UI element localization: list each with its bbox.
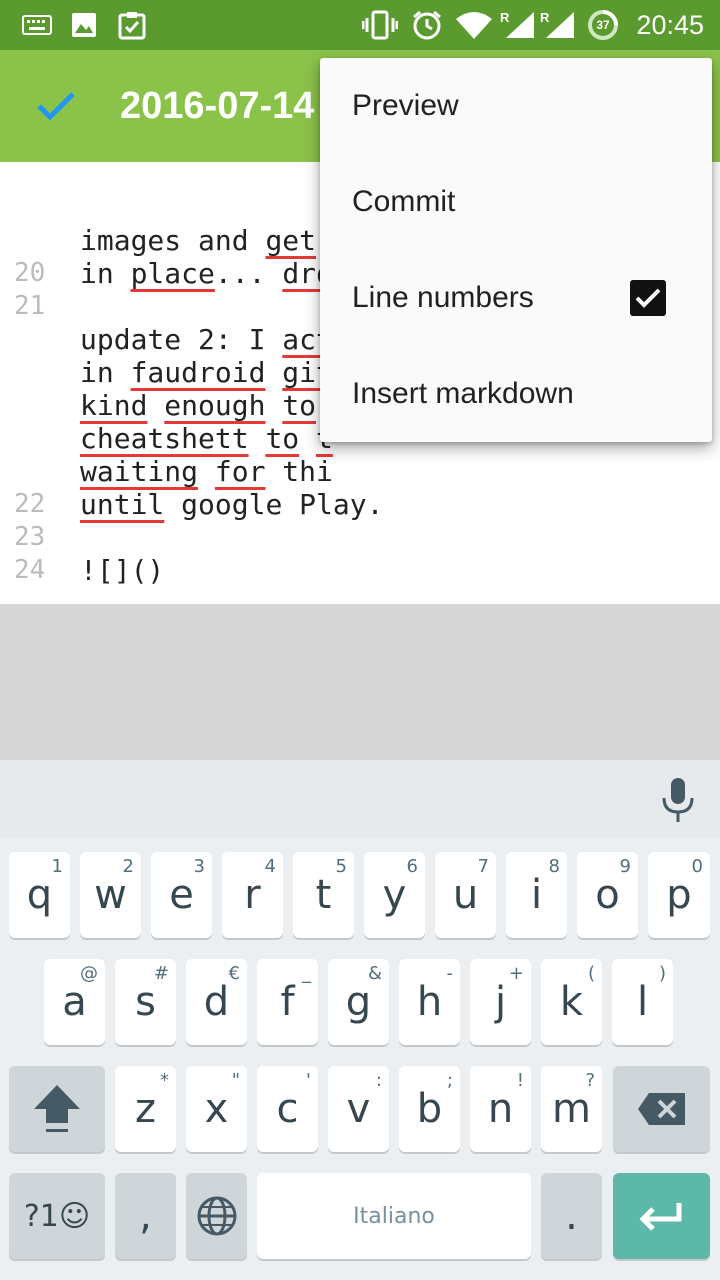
key-n[interactable]: n! — [470, 1066, 531, 1152]
editor-line: cheatshett to t — [0, 356, 333, 455]
menu-item-line-numbers[interactable]: Line numbers — [320, 250, 712, 346]
battery-icon: 37 — [586, 0, 620, 50]
editor-line: kind enough to — [0, 323, 316, 422]
signal-icon: R — [500, 0, 536, 50]
line-number: 24 — [14, 555, 46, 585]
line-text: kind enough to — [80, 389, 317, 422]
overflow-menu: Preview Commit Line numbers Insert markd… — [320, 58, 712, 442]
line-text: waiting for thi — [80, 455, 333, 488]
page-title: 2016-07-14 — [120, 85, 315, 127]
mic-icon[interactable] — [658, 776, 698, 824]
editor-line: in place... dro — [0, 191, 333, 290]
key-u[interactable]: u7 — [435, 852, 496, 938]
language-key[interactable] — [186, 1173, 247, 1259]
status-time: 20:45 — [636, 10, 704, 40]
check-icon — [37, 92, 75, 121]
line-text: in faudroid git — [80, 356, 333, 389]
menu-item-commit[interactable]: Commit — [320, 154, 712, 250]
line-text: images and get — [80, 224, 317, 257]
key-q[interactable]: q1 — [9, 852, 70, 938]
vibrate-icon — [362, 0, 398, 50]
key-h[interactable]: h- — [399, 959, 460, 1045]
svg-text:R: R — [540, 10, 550, 25]
key-y[interactable]: y6 — [364, 852, 425, 938]
editor-line: 20 — [0, 224, 67, 288]
svg-text:R: R — [500, 10, 510, 25]
shift-key[interactable] — [9, 1066, 105, 1152]
enter-key[interactable] — [613, 1173, 710, 1259]
alarm-icon — [410, 0, 444, 50]
enter-icon — [638, 1203, 681, 1231]
menu-item-preview[interactable]: Preview — [320, 58, 712, 154]
image-icon — [70, 0, 98, 50]
shift-icon — [34, 1085, 80, 1132]
keyboard-icon — [22, 0, 52, 50]
editor-line: until google Play. — [0, 422, 383, 521]
key-c[interactable]: c ' — [257, 1066, 318, 1152]
backspace-icon — [637, 1093, 685, 1125]
key-a[interactable]: a @ — [44, 959, 105, 1045]
soft-keyboard: q1 w2 e3 r4 t5 y6 u7 i8 o9 p0 a @ s # d € f… — [0, 760, 720, 1280]
line-text: cheatshett to t — [80, 422, 333, 455]
key-j[interactable]: j + — [470, 959, 531, 1045]
key-x[interactable]: x " — [186, 1066, 247, 1152]
line-text: update 2: I act — [80, 323, 333, 356]
editor-line: images and get — [0, 162, 316, 257]
globe-icon — [197, 1196, 236, 1236]
menu-item-insert-markdown[interactable]: Insert markdown — [320, 346, 712, 442]
editor-line: 23 ![]() — [0, 488, 164, 587]
symbols-key[interactable]: ?1☺ — [9, 1173, 105, 1259]
key-g[interactable]: g & — [328, 959, 389, 1045]
editor-empty-area — [0, 604, 720, 760]
key-m[interactable]: m? — [541, 1066, 602, 1152]
key-b[interactable]: b; — [399, 1066, 460, 1152]
check-icon — [635, 288, 661, 308]
status-bar: R R 37 20:45 — [0, 0, 720, 50]
key-t[interactable]: t5 — [293, 852, 354, 938]
editor-line: 24 — [0, 521, 67, 585]
clipboard-check-icon — [116, 0, 148, 50]
battery-level: 37 — [596, 18, 610, 32]
key-p[interactable]: p0 — [648, 852, 710, 938]
key-i[interactable]: i8 — [506, 852, 567, 938]
space-key[interactable]: Italiano — [257, 1173, 531, 1259]
comma-key[interactable]: , — [115, 1173, 176, 1259]
line-text: until google Play. — [80, 488, 384, 521]
line-numbers-checkbox[interactable] — [630, 280, 666, 316]
confirm-button[interactable] — [28, 78, 84, 134]
line-text: in place... dro — [80, 257, 333, 290]
key-l[interactable]: l) — [612, 959, 673, 1045]
keyboard-suggestion-bar — [0, 760, 720, 838]
key-z[interactable]: z * — [115, 1066, 176, 1152]
key-f[interactable]: f _ — [257, 959, 318, 1045]
wifi-icon — [454, 0, 494, 50]
signal-icon: R — [540, 0, 576, 50]
line-text: ![]() — [80, 554, 165, 587]
editor-line: 21 update 2: I act — [0, 257, 333, 356]
key-v[interactable]: v: — [328, 1066, 389, 1152]
editor-line: in faudroid git — [0, 290, 333, 389]
key-e[interactable]: e3 — [151, 852, 212, 938]
key-w[interactable]: w2 — [80, 852, 141, 938]
period-key[interactable]: . — [541, 1173, 602, 1259]
backspace-key[interactable] — [613, 1066, 710, 1152]
editor-line: waiting for thi — [0, 389, 333, 488]
editor-line: 22 — [0, 455, 67, 519]
key-r[interactable]: r4 — [222, 852, 283, 938]
key-o[interactable]: o9 — [577, 852, 638, 938]
key-k[interactable]: k( — [541, 959, 602, 1045]
key-d[interactable]: d € — [186, 959, 247, 1045]
key-s[interactable]: s # — [115, 959, 176, 1045]
